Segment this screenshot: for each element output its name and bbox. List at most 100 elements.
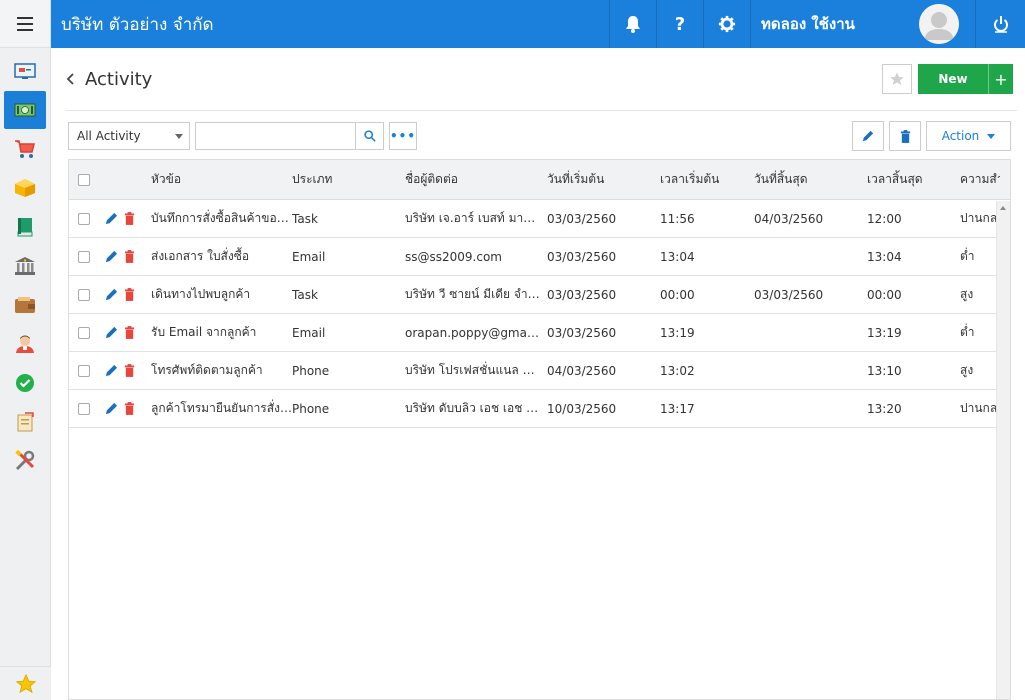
- column-header-contact[interactable]: ชื่อผู้ติดต่อ: [405, 170, 547, 189]
- row-checkbox-cell: [69, 326, 99, 339]
- favorites-button[interactable]: [0, 666, 51, 700]
- cell-end-time: 12:00: [867, 211, 902, 226]
- pencil-icon[interactable]: [105, 326, 118, 339]
- trash-icon[interactable]: [124, 212, 135, 225]
- row-checkbox[interactable]: [78, 288, 90, 301]
- column-header-subject[interactable]: หัวข้อ: [151, 170, 292, 189]
- cell-type: Task: [292, 287, 318, 302]
- more-options-button[interactable]: •••: [389, 122, 417, 150]
- pencil-icon[interactable]: [105, 288, 118, 301]
- action-dropdown-button[interactable]: Action: [926, 121, 1011, 151]
- sidebar-item-bank[interactable]: [4, 247, 46, 285]
- row-checkbox[interactable]: [78, 250, 90, 263]
- sidebar-item-cart[interactable]: [4, 130, 46, 168]
- user-menu[interactable]: ทดลอง ใช้งาน: [750, 0, 975, 48]
- activity-filter-select[interactable]: All Activity: [68, 122, 190, 150]
- help-icon: ?: [674, 13, 686, 35]
- table-row[interactable]: ส่งเอกสาร ใบสั่งซื้อ Email ss@ss2009.com 03…: [69, 238, 1010, 276]
- sidebar-item-product[interactable]: [4, 169, 46, 207]
- pencil-icon[interactable]: [105, 212, 118, 225]
- pencil-icon[interactable]: [105, 250, 118, 263]
- column-header-end-date[interactable]: วันที่สิ้นสุด: [754, 170, 867, 189]
- column-header-end-time[interactable]: เวลาสิ้นสุด: [867, 170, 960, 189]
- cell-start-date: 03/03/2560: [547, 211, 617, 226]
- cell-subject[interactable]: ลูกค้าโทรมายืนยันการสั่งซื้อ: [151, 399, 292, 418]
- sidebar-item-approve[interactable]: [4, 364, 46, 402]
- star-icon: [15, 673, 36, 693]
- sidebar-item-wallet[interactable]: [4, 286, 46, 324]
- settings-button[interactable]: [703, 0, 750, 48]
- back-button[interactable]: [65, 71, 81, 87]
- select-all-checkbox[interactable]: [78, 173, 90, 186]
- activity-table: หัวข้อ ประเภท ชื่อผู้ติดต่อ วันที่เริ่มต…: [68, 159, 1011, 700]
- pencil-icon[interactable]: [105, 364, 118, 377]
- cell-subject[interactable]: โทรศัพท์ติดตามลูกค้า: [151, 361, 292, 380]
- trash-icon[interactable]: [124, 402, 135, 415]
- sidebar-item-book[interactable]: [4, 208, 46, 246]
- row-checkbox[interactable]: [78, 402, 90, 415]
- notifications-button[interactable]: [609, 0, 656, 48]
- logout-button[interactable]: [975, 0, 1025, 48]
- sidebar-item-report[interactable]: [4, 403, 46, 441]
- table-row[interactable]: เดินทางไปพบลูกค้า Task บริษัท วี ซายน์ มีเ…: [69, 276, 1010, 314]
- page-header: Activity New +: [65, 62, 1013, 96]
- sidebar-item-contact[interactable]: [4, 325, 46, 363]
- favorite-button[interactable]: [882, 64, 912, 94]
- cell-subject[interactable]: รับ Email จากลูกค้า: [151, 323, 292, 342]
- hamburger-menu-button[interactable]: [0, 0, 50, 48]
- sidebar-item-money[interactable]: [4, 91, 46, 129]
- sidebar-item-dashboard[interactable]: [4, 52, 46, 90]
- trash-icon[interactable]: [124, 288, 135, 301]
- chevron-left-icon: [66, 73, 74, 85]
- row-checkbox[interactable]: [78, 212, 90, 225]
- action-label: Action: [941, 129, 980, 143]
- bulk-edit-button[interactable]: [852, 121, 884, 151]
- row-checkbox[interactable]: [78, 326, 90, 339]
- main-content: Activity New + All Activity ••• Action ห…: [51, 48, 1025, 700]
- column-header-type[interactable]: ประเภท: [292, 170, 405, 189]
- avatar[interactable]: [919, 4, 959, 44]
- cell-subject[interactable]: ส่งเอกสาร ใบสั่งซื้อ: [151, 247, 292, 266]
- column-header-priority[interactable]: ความสำ: [960, 170, 1000, 189]
- search-icon: [363, 130, 376, 142]
- search-button[interactable]: [356, 122, 384, 150]
- company-name: บริษัท ตัวอย่าง จำกัด: [61, 14, 214, 35]
- column-header-start-date[interactable]: วันที่เริ่มต้น: [547, 170, 660, 189]
- trash-icon: [900, 129, 910, 143]
- table-row[interactable]: รับ Email จากลูกค้า Email orapan.poppy@gma…: [69, 314, 1010, 352]
- row-checkbox[interactable]: [78, 364, 90, 377]
- activity-filter-value: All Activity: [77, 129, 141, 143]
- column-header-start-time[interactable]: เวลาเริ่มต้น: [660, 170, 754, 189]
- bank-icon: [14, 257, 36, 275]
- table-row[interactable]: บันทึกการสั่งซื้อสินค้าของลูกค้าTask บริษ…: [69, 200, 1010, 238]
- money-icon: [14, 101, 36, 119]
- user-avatar-icon: [919, 4, 959, 44]
- trash-icon[interactable]: [124, 250, 135, 263]
- row-actions: [99, 212, 151, 225]
- bulk-delete-button[interactable]: [889, 121, 921, 151]
- table-row[interactable]: โทรศัพท์ติดตามลูกค้า Phone บริษัท โปรเฟสชั…: [69, 352, 1010, 390]
- new-dropdown-button[interactable]: +: [988, 64, 1013, 94]
- trash-icon[interactable]: [124, 326, 135, 339]
- cell-contact: บริษัท วี ซายน์ มีเดีย จำกัด: [405, 287, 543, 301]
- sidebar-item-tools[interactable]: [4, 442, 46, 480]
- cell-subject[interactable]: เดินทางไปพบลูกค้า: [151, 285, 292, 304]
- cell-subject[interactable]: บันทึกการสั่งซื้อสินค้าของลูกค้า: [151, 209, 292, 228]
- cell-end-time: 13:20: [867, 401, 902, 416]
- help-button[interactable]: ?: [656, 0, 703, 48]
- vertical-scrollbar[interactable]: [996, 201, 1010, 699]
- pencil-icon[interactable]: [105, 402, 118, 415]
- new-button[interactable]: New: [918, 64, 988, 94]
- row-actions: [99, 402, 151, 415]
- table-row[interactable]: ลูกค้าโทรมายืนยันการสั่งซื้อ Phone บริษัท …: [69, 390, 1010, 428]
- star-icon: [890, 72, 904, 85]
- scroll-up-arrow-icon[interactable]: [1000, 206, 1006, 210]
- tools-icon: [14, 450, 36, 471]
- cell-contact: orapan.poppy@gmail.com: [405, 325, 547, 340]
- search-input[interactable]: [195, 122, 356, 150]
- trash-icon[interactable]: [124, 364, 135, 377]
- cell-start-date: 03/03/2560: [547, 287, 617, 302]
- power-icon: [993, 16, 1008, 33]
- cell-priority: สูง: [960, 287, 974, 301]
- row-checkbox-cell: [69, 402, 99, 415]
